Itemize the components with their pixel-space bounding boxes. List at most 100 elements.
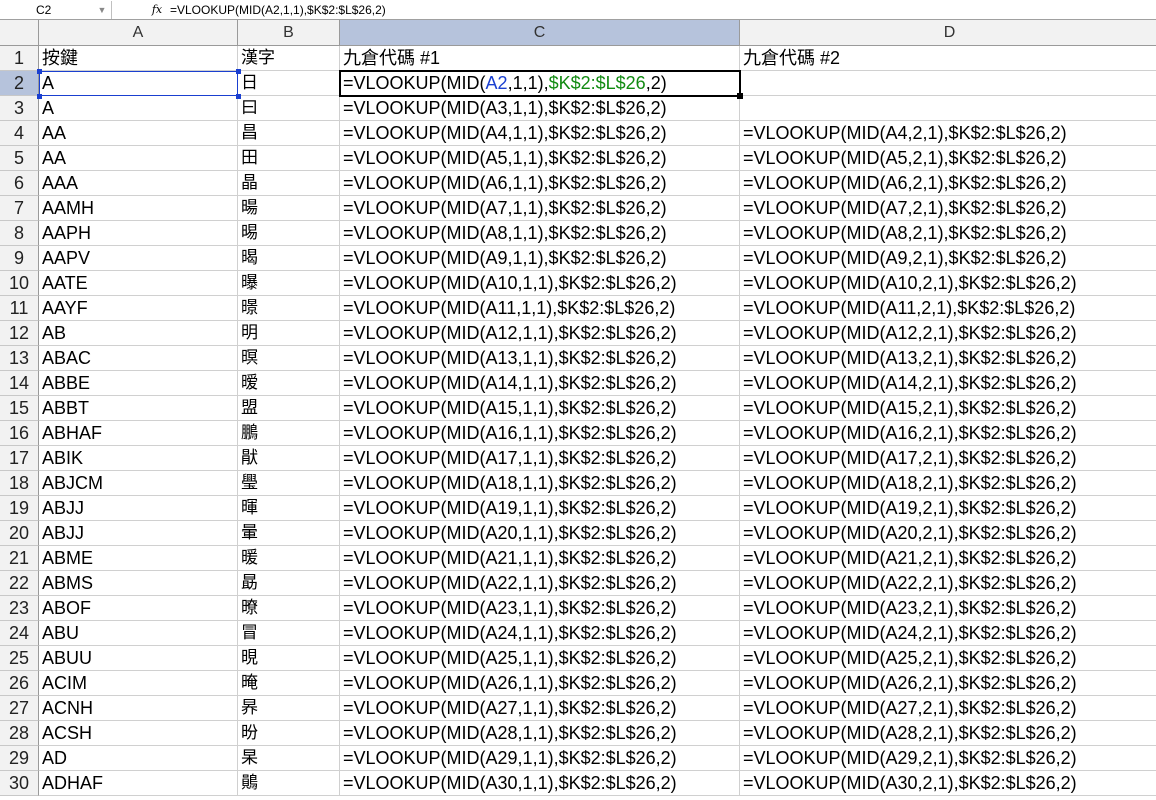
- row-header-25[interactable]: 25: [0, 646, 39, 671]
- cell-b5[interactable]: 田: [238, 146, 340, 171]
- cell-d3[interactable]: [740, 96, 1156, 121]
- cell-b26[interactable]: 晻: [238, 671, 340, 696]
- cell-a17[interactable]: ABIK: [39, 446, 238, 471]
- cell-b21[interactable]: 暖: [238, 546, 340, 571]
- column-header-b[interactable]: B: [238, 20, 340, 46]
- row-header-18[interactable]: 18: [0, 471, 39, 496]
- reference-handle[interactable]: [236, 94, 241, 99]
- cell-d21[interactable]: =VLOOKUP(MID(A21,2,1),$K$2:$L$26,2): [740, 546, 1156, 571]
- cell-a26[interactable]: ACIM: [39, 671, 238, 696]
- cell-a16[interactable]: ABHAF: [39, 421, 238, 446]
- cell-d13[interactable]: =VLOOKUP(MID(A13,2,1),$K$2:$L$26,2): [740, 346, 1156, 371]
- cell-c25[interactable]: =VLOOKUP(MID(A25,1,1),$K$2:$L$26,2): [340, 646, 740, 671]
- cell-b22[interactable]: 勗: [238, 571, 340, 596]
- fx-icon[interactable]: fx: [148, 1, 166, 19]
- row-header-4[interactable]: 4: [0, 121, 39, 146]
- cell-a5[interactable]: AA: [39, 146, 238, 171]
- row-header-9[interactable]: 9: [0, 246, 39, 271]
- cell-c30[interactable]: =VLOOKUP(MID(A30,1,1),$K$2:$L$26,2): [340, 771, 740, 796]
- cell-b17[interactable]: 猒: [238, 446, 340, 471]
- row-header-22[interactable]: 22: [0, 571, 39, 596]
- cell-a12[interactable]: AB: [39, 321, 238, 346]
- cell-b3[interactable]: 曰: [238, 96, 340, 121]
- cell-c12[interactable]: =VLOOKUP(MID(A12,1,1),$K$2:$L$26,2): [340, 321, 740, 346]
- cell-a7[interactable]: AAMH: [39, 196, 238, 221]
- cell-c3[interactable]: =VLOOKUP(MID(A3,1,1),$K$2:$L$26,2): [340, 96, 740, 121]
- cell-b19[interactable]: 暉: [238, 496, 340, 521]
- cell-a2[interactable]: A: [39, 71, 238, 96]
- cell-d2[interactable]: [740, 71, 1156, 96]
- row-header-21[interactable]: 21: [0, 546, 39, 571]
- cell-c13[interactable]: =VLOOKUP(MID(A13,1,1),$K$2:$L$26,2): [340, 346, 740, 371]
- row-header-10[interactable]: 10: [0, 271, 39, 296]
- cell-c21[interactable]: =VLOOKUP(MID(A21,1,1),$K$2:$L$26,2): [340, 546, 740, 571]
- cell-a24[interactable]: ABU: [39, 621, 238, 646]
- row-header-16[interactable]: 16: [0, 421, 39, 446]
- row-header-1[interactable]: 1: [0, 46, 39, 71]
- cell-c27[interactable]: =VLOOKUP(MID(A27,1,1),$K$2:$L$26,2): [340, 696, 740, 721]
- cell-a30[interactable]: ADHAF: [39, 771, 238, 796]
- cell-a28[interactable]: ACSH: [39, 721, 238, 746]
- cell-c14[interactable]: =VLOOKUP(MID(A14,1,1),$K$2:$L$26,2): [340, 371, 740, 396]
- cell-b10[interactable]: 曝: [238, 271, 340, 296]
- cell-c8[interactable]: =VLOOKUP(MID(A8,1,1),$K$2:$L$26,2): [340, 221, 740, 246]
- row-header-30[interactable]: 30: [0, 771, 39, 796]
- cell-d1[interactable]: 九倉代碼 #2: [740, 46, 1156, 71]
- cell-c6[interactable]: =VLOOKUP(MID(A6,1,1),$K$2:$L$26,2): [340, 171, 740, 196]
- row-header-24[interactable]: 24: [0, 621, 39, 646]
- cell-b7[interactable]: 暘: [238, 196, 340, 221]
- cell-c11[interactable]: =VLOOKUP(MID(A11,1,1),$K$2:$L$26,2): [340, 296, 740, 321]
- cell-b30[interactable]: 鶰: [238, 771, 340, 796]
- formula-input[interactable]: =VLOOKUP(MID(A2,1,1),$K$2:$L$26,2): [170, 1, 1150, 19]
- chevron-down-icon[interactable]: ▼: [96, 4, 108, 16]
- row-header-17[interactable]: 17: [0, 446, 39, 471]
- cell-b8[interactable]: 晹: [238, 221, 340, 246]
- cell-c23[interactable]: =VLOOKUP(MID(A23,1,1),$K$2:$L$26,2): [340, 596, 740, 621]
- cell-a3[interactable]: A: [39, 96, 238, 121]
- row-header-8[interactable]: 8: [0, 221, 39, 246]
- cell-d5[interactable]: =VLOOKUP(MID(A5,2,1),$K$2:$L$26,2): [740, 146, 1156, 171]
- cell-c9[interactable]: =VLOOKUP(MID(A9,1,1),$K$2:$L$26,2): [340, 246, 740, 271]
- column-header-c[interactable]: C: [340, 20, 740, 46]
- cell-b6[interactable]: 晶: [238, 171, 340, 196]
- cell-c24[interactable]: =VLOOKUP(MID(A24,1,1),$K$2:$L$26,2): [340, 621, 740, 646]
- row-header-23[interactable]: 23: [0, 596, 39, 621]
- row-header-26[interactable]: 26: [0, 671, 39, 696]
- cell-b9[interactable]: 暍: [238, 246, 340, 271]
- row-header-19[interactable]: 19: [0, 496, 39, 521]
- row-header-6[interactable]: 6: [0, 171, 39, 196]
- row-header-15[interactable]: 15: [0, 396, 39, 421]
- cell-a19[interactable]: ABJJ: [39, 496, 238, 521]
- cell-d14[interactable]: =VLOOKUP(MID(A14,2,1),$K$2:$L$26,2): [740, 371, 1156, 396]
- cell-b16[interactable]: 鵬: [238, 421, 340, 446]
- row-header-27[interactable]: 27: [0, 696, 39, 721]
- row-header-11[interactable]: 11: [0, 296, 39, 321]
- column-header-d[interactable]: D: [740, 20, 1156, 46]
- row-header-29[interactable]: 29: [0, 746, 39, 771]
- row-header-13[interactable]: 13: [0, 346, 39, 371]
- cell-d22[interactable]: =VLOOKUP(MID(A22,2,1),$K$2:$L$26,2): [740, 571, 1156, 596]
- cell-a6[interactable]: AAA: [39, 171, 238, 196]
- cell-d28[interactable]: =VLOOKUP(MID(A28,2,1),$K$2:$L$26,2): [740, 721, 1156, 746]
- cell-c5[interactable]: =VLOOKUP(MID(A5,1,1),$K$2:$L$26,2): [340, 146, 740, 171]
- cell-d30[interactable]: =VLOOKUP(MID(A30,2,1),$K$2:$L$26,2): [740, 771, 1156, 796]
- cell-b23[interactable]: 暸: [238, 596, 340, 621]
- cell-a23[interactable]: ABOF: [39, 596, 238, 621]
- cell-b29[interactable]: 杲: [238, 746, 340, 771]
- cell-b20[interactable]: 暈: [238, 521, 340, 546]
- cell-a27[interactable]: ACNH: [39, 696, 238, 721]
- cell-a18[interactable]: ABJCM: [39, 471, 238, 496]
- cell-b27[interactable]: 昦: [238, 696, 340, 721]
- cell-a25[interactable]: ABUU: [39, 646, 238, 671]
- row-header-7[interactable]: 7: [0, 196, 39, 221]
- cell-c20[interactable]: =VLOOKUP(MID(A20,1,1),$K$2:$L$26,2): [340, 521, 740, 546]
- cell-a29[interactable]: AD: [39, 746, 238, 771]
- column-header-a[interactable]: A: [39, 20, 238, 46]
- cell-d27[interactable]: =VLOOKUP(MID(A27,2,1),$K$2:$L$26,2): [740, 696, 1156, 721]
- reference-handle[interactable]: [236, 69, 241, 74]
- cell-c15[interactable]: =VLOOKUP(MID(A15,1,1),$K$2:$L$26,2): [340, 396, 740, 421]
- cell-a9[interactable]: AAPV: [39, 246, 238, 271]
- cell-d10[interactable]: =VLOOKUP(MID(A10,2,1),$K$2:$L$26,2): [740, 271, 1156, 296]
- cell-c10[interactable]: =VLOOKUP(MID(A10,1,1),$K$2:$L$26,2): [340, 271, 740, 296]
- cell-b18[interactable]: 璺: [238, 471, 340, 496]
